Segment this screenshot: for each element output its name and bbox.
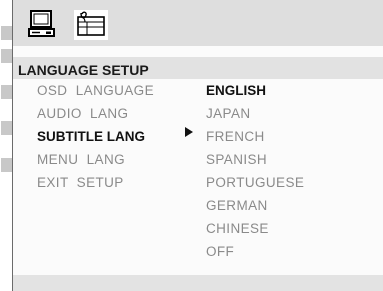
option-english[interactable]: ENGLISH [206,83,266,98]
cropped-text-fragment [1,49,12,63]
option-off[interactable]: OFF [206,244,234,259]
bottom-bar [13,275,383,291]
cropped-text-fragment [1,85,12,99]
menu-item-subtitle-lang[interactable]: SUBTITLE LANG [37,129,145,144]
option-portuguese[interactable]: PORTUGUESE [206,175,304,190]
menu-item-menu-lang[interactable]: MENU LANG [37,152,125,167]
page-title: LANGUAGE SETUP [18,62,149,78]
osd-setup-screen: LANGUAGE SETUP OSD LANGUAGE AUDIO LANG S… [12,0,383,291]
option-german[interactable]: GERMAN [206,198,268,213]
icon-bar [13,0,383,46]
option-japan[interactable]: JAPAN [206,106,251,121]
cropped-text-fragment [1,26,12,40]
option-spanish[interactable]: SPANISH [206,152,267,167]
option-chinese[interactable]: CHINESE [206,221,269,236]
menu-item-osd-language[interactable]: OSD LANGUAGE [37,83,154,98]
cropped-text-fragment [1,121,12,135]
pointer-triangle-icon [185,127,193,137]
computer-icon[interactable] [28,9,56,39]
option-french[interactable]: FRENCH [206,129,265,144]
menu-item-audio-lang[interactable]: AUDIO LANG [37,106,128,121]
page-margin [0,0,12,291]
menu-item-exit-setup[interactable]: EXIT SETUP [37,175,124,190]
language-setup-icon[interactable] [73,9,109,41]
cropped-text-fragment [1,158,12,172]
